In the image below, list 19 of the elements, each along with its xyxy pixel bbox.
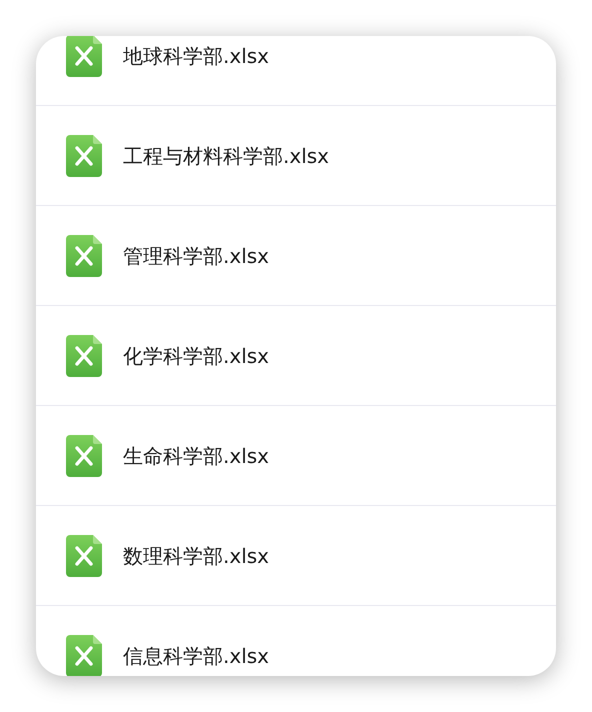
- file-row[interactable]: 化学科学部.xlsx: [36, 306, 556, 406]
- file-name: 信息科学部.xlsx: [123, 642, 270, 670]
- spreadsheet-file-icon: [66, 234, 102, 276]
- file-row[interactable]: 生命科学部.xlsx: [36, 406, 556, 506]
- spreadsheet-file-icon: [66, 534, 102, 576]
- file-row[interactable]: 管理科学部.xlsx: [36, 206, 556, 306]
- file-name: 地球科学部.xlsx: [123, 42, 270, 70]
- spreadsheet-file-icon: [66, 134, 102, 176]
- file-name: 生命科学部.xlsx: [123, 442, 270, 470]
- file-row[interactable]: 信息科学部.xlsx: [36, 606, 556, 676]
- file-name: 数理科学部.xlsx: [123, 542, 270, 570]
- file-name: 管理科学部.xlsx: [123, 242, 270, 270]
- file-name: 工程与材料科学部.xlsx: [123, 142, 330, 170]
- spreadsheet-file-icon: [66, 434, 102, 476]
- file-row[interactable]: 地球科学部.xlsx: [36, 36, 556, 106]
- file-row[interactable]: 数理科学部.xlsx: [36, 506, 556, 606]
- file-name: 化学科学部.xlsx: [123, 342, 270, 370]
- file-row[interactable]: 工程与材料科学部.xlsx: [36, 106, 556, 206]
- spreadsheet-file-icon: [66, 334, 102, 376]
